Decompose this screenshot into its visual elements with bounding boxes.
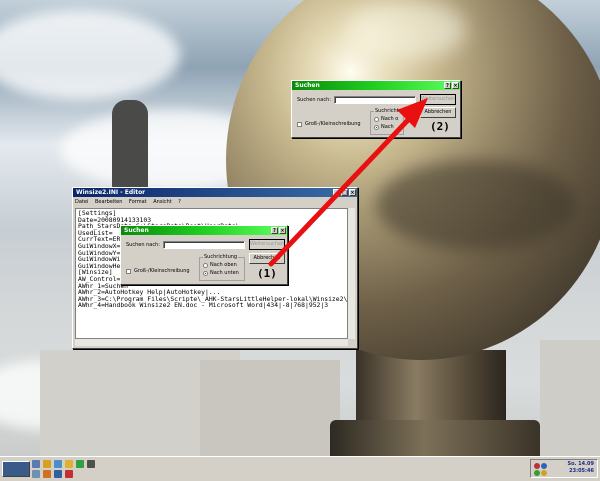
- quicklaunch-icon[interactable]: [43, 470, 51, 478]
- help-button[interactable]: ?: [271, 227, 278, 234]
- sphere-highlight: [346, 0, 466, 60]
- system-tray: So. 14.09 23:05:46: [530, 459, 598, 478]
- editor-menubar: Datei Bearbeiten Format Ansicht ?: [75, 198, 186, 206]
- clock[interactable]: So. 14.09 23:05:46: [568, 461, 595, 475]
- direction-group: Suchrichtung Nach oben Nach unten: [199, 254, 245, 281]
- vertical-scrollbar[interactable]: [348, 208, 355, 339]
- tray-icon[interactable]: [534, 470, 540, 476]
- find-next-button[interactable]: Weitersuchen: [420, 94, 456, 105]
- direction-group: Suchrichtung Nach o Nach: [370, 108, 410, 135]
- quicklaunch-icon[interactable]: [54, 460, 62, 468]
- radio-up[interactable]: [203, 263, 208, 268]
- quicklaunch-icon[interactable]: [65, 460, 73, 468]
- text-line: AWhr_4=Handbook Winsize2 EN.doc - Micros…: [78, 301, 329, 310]
- quicklaunch-icon[interactable]: [32, 460, 40, 468]
- find-next-button[interactable]: Weitersuchen: [249, 239, 285, 250]
- annotation-label: (1): [257, 267, 277, 280]
- editor-titlebar[interactable]: Winsize2.INI - Editor _ □ ×: [73, 188, 357, 197]
- dialog-title: Suchen: [295, 82, 320, 89]
- radio-down[interactable]: [374, 125, 379, 130]
- close-button[interactable]: ×: [349, 189, 356, 196]
- direction-caption: Suchrichtung: [203, 254, 239, 260]
- search-input[interactable]: [334, 96, 416, 104]
- quicklaunch-icon[interactable]: [65, 470, 73, 478]
- quicklaunch-icon[interactable]: [76, 460, 84, 468]
- case-checkbox[interactable]: [126, 269, 131, 274]
- clock-day: So. 14.09: [567, 461, 595, 467]
- cancel-button[interactable]: Abbrechen: [249, 253, 285, 264]
- search-label: Suchen nach:: [297, 97, 331, 103]
- menu-ansicht[interactable]: Ansicht: [153, 199, 171, 205]
- quicklaunch-icon[interactable]: [87, 460, 95, 468]
- search-input[interactable]: [163, 241, 245, 249]
- case-label: Groß-/Kleinschreibung: [305, 121, 361, 127]
- editor-title: Winsize2.INI - Editor: [76, 189, 146, 196]
- direction-caption: Suchrichtung: [374, 108, 410, 114]
- close-button[interactable]: ×: [452, 82, 459, 89]
- statue-figure: [112, 100, 148, 190]
- find-dialog-1[interactable]: Suchen ? × Suchen nach: Weitersuchen Abbr…: [120, 225, 288, 285]
- close-button[interactable]: ×: [279, 227, 286, 234]
- dialog-titlebar[interactable]: Suchen ? ×: [292, 81, 460, 90]
- menu-datei[interactable]: Datei: [75, 199, 88, 205]
- tray-icon[interactable]: [534, 463, 540, 469]
- menu-format[interactable]: Format: [129, 199, 147, 205]
- menu-help[interactable]: ?: [178, 199, 181, 205]
- sculpture-neck: [356, 350, 506, 430]
- search-label: Suchen nach:: [126, 242, 160, 248]
- building: [200, 360, 340, 456]
- tray-icon[interactable]: [541, 463, 547, 469]
- option-up-label: Nach o: [381, 116, 399, 122]
- minimize-button[interactable]: _: [333, 189, 340, 196]
- radio-up[interactable]: [374, 117, 379, 122]
- radio-down[interactable]: [203, 271, 208, 276]
- sphere-reflection: [376, 160, 576, 250]
- option-down-label: Nach: [381, 124, 394, 130]
- help-button[interactable]: ?: [444, 82, 451, 89]
- case-label: Groß-/Kleinschreibung: [134, 268, 190, 274]
- quicklaunch-icon[interactable]: [54, 470, 62, 478]
- cloud: [0, 10, 180, 100]
- option-down-label: Nach unten: [210, 270, 239, 276]
- cancel-button[interactable]: Abbrechen: [420, 107, 456, 118]
- maximize-button[interactable]: □: [341, 189, 348, 196]
- clock-time: 23:05:46: [569, 468, 594, 474]
- folder-icon[interactable]: [43, 460, 51, 468]
- taskbar: So. 14.09 23:05:46: [0, 456, 600, 481]
- quicklaunch-icon[interactable]: [32, 470, 40, 478]
- find-dialog-2[interactable]: Suchen ? × Suchen nach: Weitersuchen Abbr…: [291, 80, 461, 138]
- start-button[interactable]: [2, 461, 30, 477]
- horizontal-scrollbar[interactable]: [75, 339, 348, 346]
- tray-icon[interactable]: [541, 470, 547, 476]
- sculpture-base: [330, 420, 540, 460]
- case-checkbox[interactable]: [297, 122, 302, 127]
- menu-bearbeiten[interactable]: Bearbeiten: [95, 199, 122, 205]
- option-up-label: Nach oben: [210, 262, 237, 268]
- annotation-label: (2): [430, 120, 450, 133]
- building: [540, 340, 600, 456]
- dialog-titlebar[interactable]: Suchen ? ×: [121, 226, 287, 235]
- dialog-title: Suchen: [124, 227, 149, 234]
